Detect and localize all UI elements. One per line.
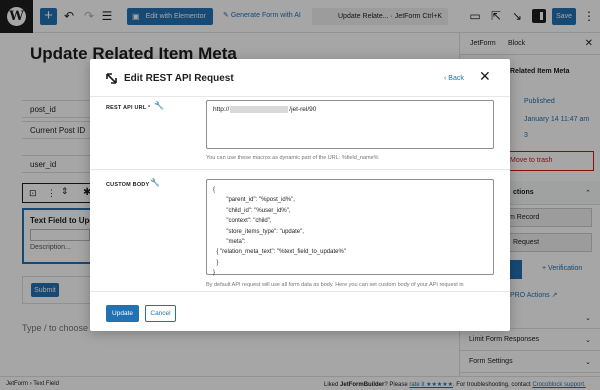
back-button[interactable]: ‹ Back (444, 75, 464, 82)
back-label: Back (448, 75, 464, 82)
cancel-button[interactable]: Cancel (145, 305, 176, 322)
rest-api-url-input[interactable]: http:// /jet-rel/90 (206, 100, 494, 149)
jetform-logo-icon (106, 73, 117, 84)
url-label-text: REST API URL (106, 105, 147, 111)
url-prefix: http:// (213, 106, 230, 113)
body-line: { "relation_meta_text": "%text_field_to_… (213, 249, 346, 256)
section-divider (90, 169, 510, 170)
rest-api-url-label: REST API URL * (106, 105, 151, 111)
body-line: "store_items_type": "update", (213, 228, 304, 235)
close-icon[interactable]: ✕ (479, 69, 491, 83)
custom-body-textarea[interactable]: { "parent_id": "%post_id%", "child_id": … (206, 179, 494, 277)
body-line: "parent_id": "%post_id%", (213, 197, 295, 204)
modal-header: Edit REST API Request ‹ Back ✕ (90, 59, 510, 97)
body-line: "context": "child", (213, 218, 272, 225)
custom-body-label: CUSTOM BODY (106, 182, 150, 188)
redacted-host (230, 106, 289, 113)
body-line: } (213, 259, 219, 266)
url-macros-wrench-icon[interactable]: 🔧 (154, 101, 164, 110)
url-suffix: /jet-rel/90 (289, 106, 317, 113)
update-button[interactable]: Update (106, 305, 139, 322)
body-macros-wrench-icon[interactable]: 🔧 (150, 178, 160, 187)
edit-rest-api-modal: Edit REST API Request ‹ Back ✕ REST API … (90, 59, 510, 331)
url-help-text: You can use these macros as dynamic part… (206, 155, 379, 161)
body-line: "meta": (213, 239, 246, 246)
body-line: { (213, 187, 216, 193)
body-help-text: By default API request will use all form… (206, 282, 464, 288)
modal-title: Edit REST API Request (124, 73, 234, 84)
body-line: "child_id": "%user_id%", (213, 207, 291, 214)
body-line: } (213, 270, 216, 277)
modal-footer: Update Cancel (90, 291, 510, 331)
